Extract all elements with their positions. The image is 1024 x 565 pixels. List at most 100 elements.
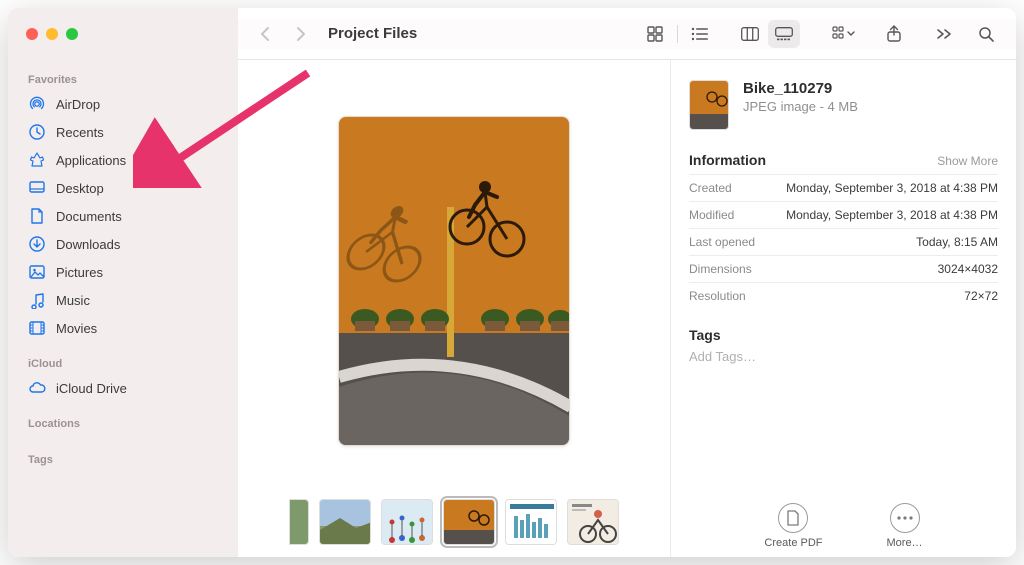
info-row-created: CreatedMonday, September 3, 2018 at 4:38…	[689, 174, 998, 201]
back-button[interactable]	[252, 19, 278, 49]
main-area: Bike_110279 JPEG image - 4 MB Informatio…	[238, 60, 1016, 557]
show-more-button[interactable]: Show More	[937, 154, 998, 168]
zoom-window-button[interactable]	[66, 28, 78, 40]
grid-icon	[647, 26, 663, 42]
applications-icon	[28, 151, 46, 169]
window-controls	[8, 8, 238, 60]
separator	[677, 25, 678, 43]
cloud-icon	[28, 379, 46, 397]
gallery-icon	[775, 27, 793, 41]
sidebar-item-label: Pictures	[56, 265, 103, 280]
download-icon	[28, 235, 46, 253]
search-icon	[978, 26, 994, 42]
sidebar-section-favorites: Favorites	[8, 68, 238, 90]
share-button[interactable]	[878, 20, 910, 48]
more-actions-button[interactable]: More…	[887, 503, 923, 549]
desktop-icon	[28, 179, 46, 197]
thumbnail-5[interactable]	[567, 499, 619, 545]
sidebar-item-label: Movies	[56, 321, 97, 336]
sidebar-item-pictures[interactable]: Pictures	[8, 258, 238, 286]
group-by-button[interactable]	[826, 20, 862, 48]
finder-window: Project Files	[8, 8, 1016, 557]
selected-file-preview[interactable]	[338, 116, 570, 446]
search-button[interactable]	[970, 20, 1002, 48]
share-icon	[886, 25, 902, 43]
sidebar-item-desktop[interactable]: Desktop	[8, 174, 238, 202]
sidebar-item-airdrop[interactable]: AirDrop	[8, 90, 238, 118]
information-heading: Information	[689, 152, 766, 168]
bike-photo-icon	[339, 117, 570, 446]
thumbnail-3-selected[interactable]	[443, 499, 495, 545]
chevron-right-icon	[296, 26, 306, 42]
sidebar: Favorites AirDrop Recents Applications D…	[8, 60, 238, 557]
thumbnail-strip	[238, 499, 670, 545]
overflow-button[interactable]	[928, 20, 960, 48]
folder-title: Project Files	[328, 25, 629, 42]
titlebar: Project Files	[8, 8, 1016, 60]
chevron-double-right-icon	[936, 28, 952, 40]
movies-icon	[28, 319, 46, 337]
sidebar-item-label: Desktop	[56, 181, 104, 196]
file-name: Bike_110279	[743, 80, 858, 97]
list-icon	[691, 27, 709, 41]
minimize-window-button[interactable]	[46, 28, 58, 40]
more-label: More…	[887, 537, 923, 549]
info-rows: CreatedMonday, September 3, 2018 at 4:38…	[689, 174, 998, 309]
airdrop-icon	[28, 95, 46, 113]
sidebar-item-label: Recents	[56, 125, 104, 140]
tags-heading: Tags	[689, 327, 998, 343]
toolbar: Project Files	[238, 19, 1016, 49]
sidebar-item-label: AirDrop	[56, 97, 100, 112]
thumbnail-4[interactable]	[505, 499, 557, 545]
sidebar-item-applications[interactable]: Applications	[8, 146, 238, 174]
document-icon	[778, 503, 808, 533]
clock-icon	[28, 123, 46, 141]
view-mode-group	[639, 20, 716, 48]
group-icon	[832, 26, 856, 42]
pictures-icon	[28, 263, 46, 281]
sidebar-item-movies[interactable]: Movies	[8, 314, 238, 342]
sidebar-item-music[interactable]: Music	[8, 286, 238, 314]
thumbnail-0[interactable]	[289, 499, 309, 545]
column-view-button[interactable]	[734, 20, 766, 48]
info-row-last-opened: Last openedToday, 8:15 AM	[689, 228, 998, 255]
info-header: Bike_110279 JPEG image - 4 MB	[689, 80, 998, 130]
list-view-button[interactable]	[684, 20, 716, 48]
info-row-modified: ModifiedMonday, September 3, 2018 at 4:3…	[689, 201, 998, 228]
window-body: Favorites AirDrop Recents Applications D…	[8, 60, 1016, 557]
sidebar-section-locations[interactable]: Locations	[8, 412, 238, 434]
columns-icon	[741, 27, 759, 41]
chevron-left-icon	[260, 26, 270, 42]
quick-actions: Create PDF More…	[689, 485, 998, 549]
info-row-resolution: Resolution72×72	[689, 282, 998, 309]
info-section-header: Information Show More	[689, 152, 998, 168]
sidebar-item-icloud-drive[interactable]: iCloud Drive	[8, 374, 238, 402]
close-window-button[interactable]	[26, 28, 38, 40]
sidebar-section-tags[interactable]: Tags	[8, 448, 238, 470]
info-row-dimensions: Dimensions3024×4032	[689, 255, 998, 282]
info-panel: Bike_110279 JPEG image - 4 MB Informatio…	[670, 60, 1016, 557]
sidebar-item-recents[interactable]: Recents	[8, 118, 238, 146]
file-kind-size: JPEG image - 4 MB	[743, 99, 858, 114]
add-tags-field[interactable]: Add Tags…	[689, 349, 998, 364]
sidebar-item-label: iCloud Drive	[56, 381, 127, 396]
sidebar-item-label: Downloads	[56, 237, 120, 252]
sidebar-item-downloads[interactable]: Downloads	[8, 230, 238, 258]
view-mode-group-2	[734, 20, 800, 48]
gallery-view-button[interactable]	[768, 20, 800, 48]
document-icon	[28, 207, 46, 225]
sidebar-item-documents[interactable]: Documents	[8, 202, 238, 230]
create-pdf-button[interactable]: Create PDF	[764, 503, 822, 549]
forward-button[interactable]	[288, 19, 314, 49]
create-pdf-label: Create PDF	[764, 537, 822, 549]
sidebar-section-icloud: iCloud	[8, 352, 238, 374]
sidebar-item-label: Music	[56, 293, 90, 308]
thumbnail-1[interactable]	[319, 499, 371, 545]
icon-view-button[interactable]	[639, 20, 671, 48]
music-icon	[28, 291, 46, 309]
sidebar-item-label: Applications	[56, 153, 126, 168]
sidebar-item-label: Documents	[56, 209, 122, 224]
ellipsis-icon	[890, 503, 920, 533]
thumbnail-2[interactable]	[381, 499, 433, 545]
info-thumbnail	[689, 80, 729, 130]
